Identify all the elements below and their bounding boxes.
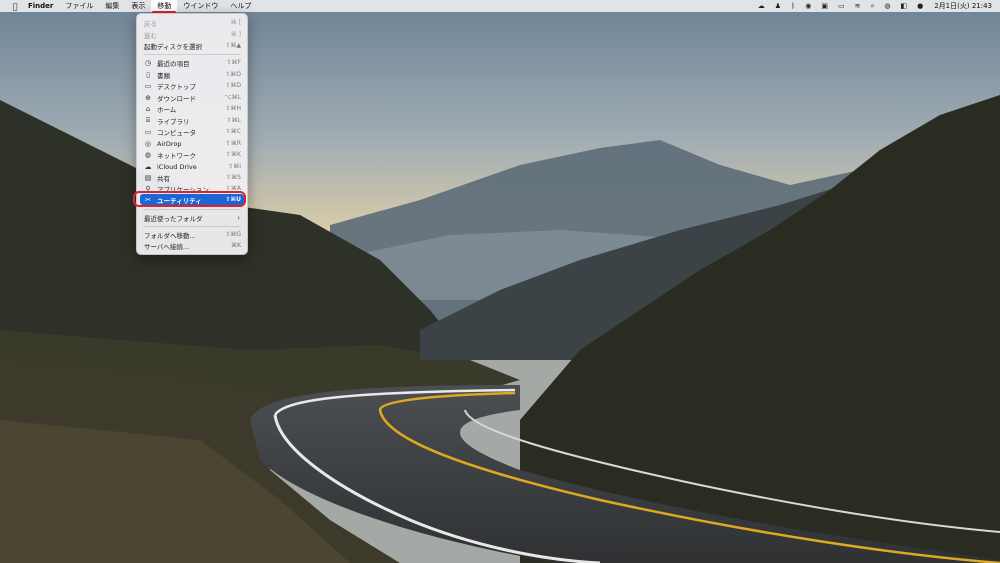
- menu-file[interactable]: ファイル: [59, 0, 99, 12]
- menu-item-shortcut: ⌘ ]: [230, 31, 241, 38]
- desktop-icon: ▭: [144, 81, 152, 90]
- menu-item-recents[interactable]: ◷ 最近の項目 ⇧⌘F: [140, 57, 244, 68]
- menu-item-label: コンピュータ: [157, 128, 196, 137]
- menu-item-label: 起動ディスクを選択: [144, 42, 203, 51]
- menu-finder[interactable]: Finder: [22, 0, 59, 12]
- menu-item-label: ホーム: [157, 105, 177, 114]
- menu-item-utilities[interactable]: ✂ ユーティリティ ⇧⌘U: [140, 194, 244, 205]
- menu-item-label: アプリケーション: [157, 185, 209, 194]
- menu-item-shortcut: ⇧⌘K: [226, 151, 241, 158]
- menu-separator: [143, 209, 241, 210]
- menu-item-label: 共有: [157, 174, 170, 183]
- menu-item-label: ライブラリ: [157, 117, 190, 126]
- menu-item-shortcut: ⇧⌘F: [226, 59, 241, 66]
- menu-item-shortcut: ⇧⌘O: [225, 71, 241, 78]
- document-icon: ▯: [146, 70, 150, 79]
- shared-folder-icon: ▤: [144, 173, 152, 182]
- cloud-icon[interactable]: ☁: [753, 2, 770, 10]
- menu-item-shared[interactable]: ▤ 共有 ⇧⌘S: [140, 172, 244, 183]
- utilities-icon: ✂: [145, 195, 151, 204]
- keyboard-icon[interactable]: ▣: [816, 2, 833, 10]
- apple-icon[interactable]: : [8, 2, 22, 11]
- menu-separator: [143, 226, 241, 227]
- menu-item-applications[interactable]: ⚲ アプリケーション ⇧⌘A: [140, 183, 244, 194]
- menu-item-network[interactable]: ◍ ネットワーク ⇧⌘K: [140, 149, 244, 160]
- menu-item-label: 進む: [144, 31, 157, 40]
- menu-item-recent-folders[interactable]: 最近使ったフォルダ ›: [140, 212, 244, 223]
- computer-icon: ▭: [144, 127, 152, 136]
- menu-item-label: ダウンロード: [157, 94, 196, 103]
- menu-item-back[interactable]: 戻る ⌘ [: [140, 17, 244, 28]
- menu-go[interactable]: 移動: [151, 0, 178, 13]
- menu-item-shortcut: ⇧⌘S: [226, 174, 241, 181]
- menu-item-label: 最近の項目: [157, 59, 190, 68]
- menu-item-connect-server[interactable]: サーバへ接続... ⌘K: [140, 240, 244, 251]
- menu-item-label: デスクトップ: [157, 82, 196, 91]
- network-icon: ◍: [144, 150, 152, 159]
- menu-item-shortcut: ⇧⌘G: [225, 231, 241, 238]
- person-icon[interactable]: ♟: [770, 2, 786, 10]
- download-icon: ⊕: [145, 93, 151, 102]
- cloud-icon: ☁: [144, 162, 152, 171]
- menu-item-label: 書類: [157, 71, 170, 80]
- menu-item-desktop[interactable]: ▭ デスクトップ ⇧⌘D: [140, 80, 244, 91]
- menu-item-shortcut: ⇧⌘I: [228, 163, 241, 170]
- menu-item-documents[interactable]: ▯ 書類 ⇧⌘O: [140, 69, 244, 80]
- record-icon[interactable]: ◉: [800, 2, 816, 10]
- status-area: ☁ ♟ ᛒ ◉ ▣ ▭ ≋ ⌕ ◍ ◧ ● 2月1日(火) 21:43: [753, 0, 1000, 12]
- clock-icon: ◷: [144, 58, 152, 67]
- menu-item-shortcut: ⌘ [: [230, 19, 241, 26]
- applications-icon: ⚲: [145, 184, 151, 193]
- menu-item-shortcut: ⇧⌘U: [225, 196, 241, 203]
- menu-item-home[interactable]: ⌂ ホーム ⇧⌘H: [140, 103, 244, 114]
- library-icon: ⌸: [145, 116, 151, 124]
- menu-item-shortcut: ⌥⌘L: [224, 94, 241, 101]
- menu-separator: [143, 54, 241, 55]
- menu-window[interactable]: ウインドウ: [177, 0, 224, 12]
- menu-help[interactable]: ヘルプ: [224, 0, 257, 12]
- menu-item-library[interactable]: ⌸ ライブラリ ⇧⌘L: [140, 115, 244, 126]
- control-center-icon[interactable]: ◧: [895, 2, 912, 10]
- menu-item-icloud-drive[interactable]: ☁ iCloud Drive ⇧⌘I: [140, 161, 244, 172]
- wifi-icon[interactable]: ≋: [850, 2, 866, 10]
- menu-item-label: ネットワーク: [157, 151, 196, 160]
- menu-edit[interactable]: 編集: [99, 0, 125, 12]
- menu-item-shortcut: ⇧⌘A: [225, 185, 241, 192]
- user-icon[interactable]: ◍: [879, 2, 895, 10]
- menu-item-shortcut: ⇧⌘▲: [225, 42, 241, 49]
- menu-item-shortcut: ⇧⌘L: [226, 117, 241, 124]
- home-icon: ⌂: [145, 104, 151, 113]
- chevron-right-icon: ›: [237, 213, 240, 222]
- menu-bar:  Finder ファイル 編集 表示 移動 ウインドウ ヘルプ ☁ ♟ ᛒ ◉…: [0, 0, 1000, 13]
- menu-item-forward[interactable]: 進む ⌘ ]: [140, 29, 244, 40]
- menu-item-airdrop[interactable]: ◎ AirDrop ⇧⌘R: [140, 138, 244, 149]
- menu-item-downloads[interactable]: ⊕ ダウンロード ⌥⌘L: [140, 92, 244, 103]
- siri-icon[interactable]: ●: [912, 2, 928, 10]
- menu-item-go-to-folder[interactable]: フォルダへ移動... ⇧⌘G: [140, 229, 244, 240]
- menu-item-shortcut: ⌘K: [231, 242, 241, 249]
- menu-item-label: iCloud Drive: [157, 162, 197, 171]
- bluetooth-icon[interactable]: ᛒ: [786, 2, 800, 10]
- menu-item-label: ユーティリティ: [157, 196, 202, 205]
- menu-item-shortcut: ⇧⌘C: [225, 128, 241, 135]
- menu-item-label: AirDrop: [157, 139, 182, 148]
- menu-item-label: サーバへ接続...: [144, 242, 190, 251]
- menu-view[interactable]: 表示: [125, 0, 151, 12]
- menu-item-shortcut: ⇧⌘D: [225, 82, 241, 89]
- menu-item-shortcut: ⇧⌘H: [225, 105, 241, 112]
- battery-icon[interactable]: ▭: [833, 2, 850, 10]
- airdrop-icon: ◎: [144, 139, 152, 148]
- search-icon[interactable]: ⌕: [865, 2, 879, 11]
- go-menu: 戻る ⌘ [ 進む ⌘ ] 起動ディスクを選択 ⇧⌘▲ ◷ 最近の項目 ⇧⌘F …: [136, 13, 248, 255]
- menubar-clock[interactable]: 2月1日(火) 21:43: [928, 1, 992, 11]
- menu-item-label: 戻る: [144, 19, 157, 28]
- menu-item-computer[interactable]: ▭ コンピュータ ⇧⌘C: [140, 126, 244, 137]
- menu-item-label: フォルダへ移動...: [144, 231, 196, 240]
- menu-item-shortcut: ⇧⌘R: [225, 140, 241, 147]
- menu-item-startup-disk[interactable]: 起動ディスクを選択 ⇧⌘▲: [140, 40, 244, 51]
- menu-item-label: 最近使ったフォルダ: [144, 214, 203, 223]
